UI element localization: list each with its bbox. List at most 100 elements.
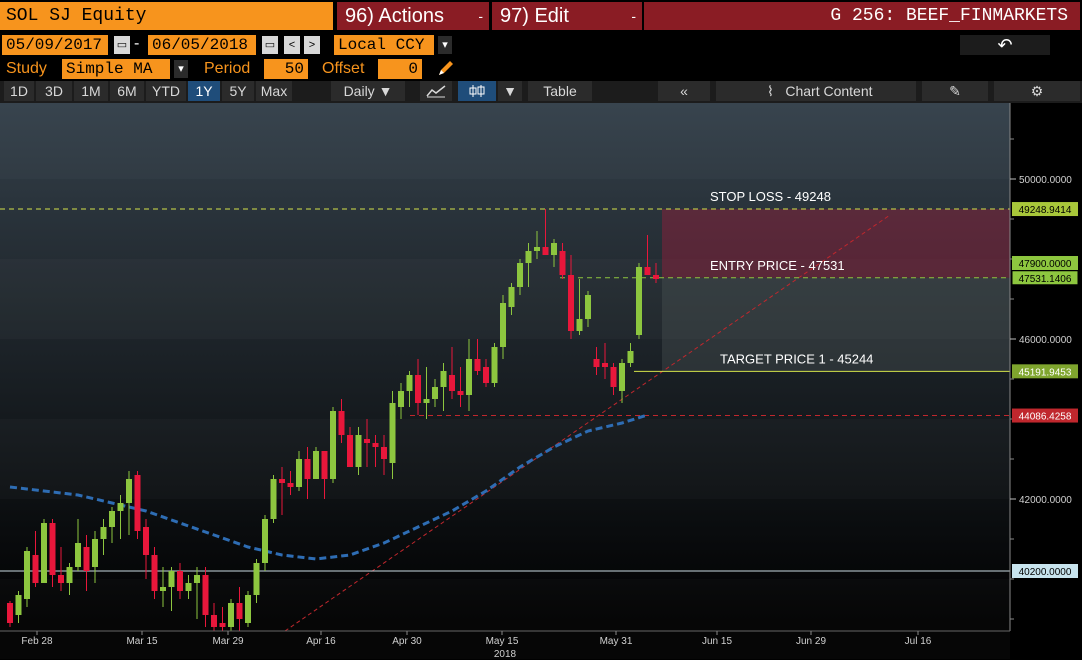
prev-period-button[interactable]: < [284,36,300,54]
table-button[interactable]: Table [528,81,592,101]
candle-body [219,623,226,627]
study-bar: Study Simple MA ▾ Period 50 Offset 0 [0,58,1082,80]
study-select[interactable]: Simple MA [62,59,170,79]
start-date-input[interactable]: 05/09/2017 [2,35,108,55]
candle-body [7,603,13,623]
period-button-5y[interactable]: 5Y [222,81,254,101]
actions-dropdown-icon: - [478,8,483,24]
candle-body [559,251,566,275]
candle-body [449,375,455,391]
pencil-icon[interactable] [436,58,456,78]
candle-body [457,391,464,395]
candle-body [423,399,430,403]
x-tick-label: Mar 29 [212,636,244,647]
study-dropdown-icon[interactable]: ▾ [174,60,188,78]
candle-body [355,435,362,467]
frequency-select[interactable]: Daily ▼ [331,81,405,101]
calendar-icon-end[interactable]: ▭ [262,36,278,54]
current-price-tag: 47900.0000 [1019,259,1072,270]
calendar-icon-start[interactable]: ▭ [114,36,130,54]
candle-body [551,243,557,255]
back-button[interactable]: ↶ [960,35,1050,55]
level-tags: 49248.9414 47900.0000 47531.1406 45191.9453… [1011,202,1079,578]
entry-price-label: ENTRY PRICE - 47531 [710,258,845,273]
candle-body [185,583,192,591]
candle-body [636,267,642,335]
graph-title: G 256: BEEF_FINMARKETS [644,2,1080,30]
period-input[interactable]: 50 [264,59,308,79]
candle-body [236,603,243,619]
plot-band [0,103,1010,179]
annotate-icon[interactable]: ✎ [922,81,988,101]
candle-body [525,251,532,263]
period-button-1y[interactable]: 1Y [188,81,220,101]
next-period-button[interactable]: > [304,36,320,54]
chart-content-button[interactable]: ⌇ Chart Content [716,81,916,101]
period-button-ytd[interactable]: YTD [146,81,186,101]
candle-body [466,359,472,395]
entry-price-tag: 47531.1406 [1019,274,1072,285]
candle-body [126,479,132,503]
candle-body [313,451,319,479]
candle-body [517,263,523,287]
chart-content-icon: ⌇ [767,83,774,99]
period-button-1d[interactable]: 1D [4,81,34,101]
candle-body [534,247,540,251]
edit-menu[interactable]: 97) Edit - [492,2,642,30]
candle-body [109,511,115,527]
candle-body [15,595,22,615]
period-button-3d[interactable]: 3D [36,81,72,101]
stop-loss-tag: 49248.9414 [1019,205,1072,216]
candle-body [262,519,268,563]
stop-loss-label: STOP LOSS - 49248 [710,189,831,204]
candle-body [49,523,56,575]
x-tick-label: May 15 [486,636,519,647]
candle-body [279,479,285,483]
target-price-tag: 45191.9453 [1019,367,1072,378]
candle-body [160,587,166,591]
actions-menu[interactable]: 96) Actions - [337,2,489,30]
gear-icon[interactable]: ⚙ [994,81,1080,101]
y-tick-label: 46000.0000 [1019,335,1072,346]
period-button-1m[interactable]: 1M [74,81,108,101]
date-separator: - [134,35,140,52]
candle-body [474,359,481,371]
end-date-input[interactable]: 06/05/2018 [148,35,256,55]
y-tick-label: 50000.0000 [1019,175,1072,186]
currency-dropdown-icon[interactable]: ▾ [438,36,452,54]
candle-body [253,563,260,595]
candle-body [117,503,124,511]
candle-body [168,571,175,587]
candle-body [500,303,506,347]
candle-body [296,459,302,487]
line-chart-icon[interactable] [420,81,452,101]
candlestick-icon[interactable] [458,81,496,101]
collapse-button[interactable]: « [658,81,710,101]
currency-select[interactable]: Local CCY [334,35,434,55]
trade-zones [662,209,1010,372]
price-chart[interactable]: STOP LOSS - 49248 ENTRY PRICE - 47531 TARG… [0,103,1082,660]
period-button-max[interactable]: Max [256,81,292,101]
offset-input[interactable]: 0 [378,59,422,79]
candle-body [415,375,421,403]
candle-body [92,539,98,567]
x-tick-label: Apr 30 [392,636,422,647]
x-tick-label: Mar 15 [126,636,158,647]
edit-dropdown-icon: - [631,8,636,24]
ticker-field[interactable]: SOL SJ Equity [0,2,333,30]
candle-body [440,371,447,387]
candle-body [228,603,234,627]
date-range-bar: 05/09/2017 ▭ - 06/05/2018 ▭ < > Local CC… [0,34,1082,56]
period-button-6m[interactable]: 6M [110,81,144,101]
x-tick-label: Jun 15 [702,636,732,647]
support-tag: 44086.4258 [1019,412,1072,423]
candle-body [143,527,149,555]
candle-body [330,411,336,479]
chart-type-dropdown-icon[interactable]: ▼ [498,81,522,101]
candle-body [364,439,370,443]
candle-body [270,479,277,519]
period-label: Period [204,60,251,77]
candle-body [576,319,583,331]
plot-band [0,419,1010,499]
actions-label: 96) Actions [345,5,444,27]
